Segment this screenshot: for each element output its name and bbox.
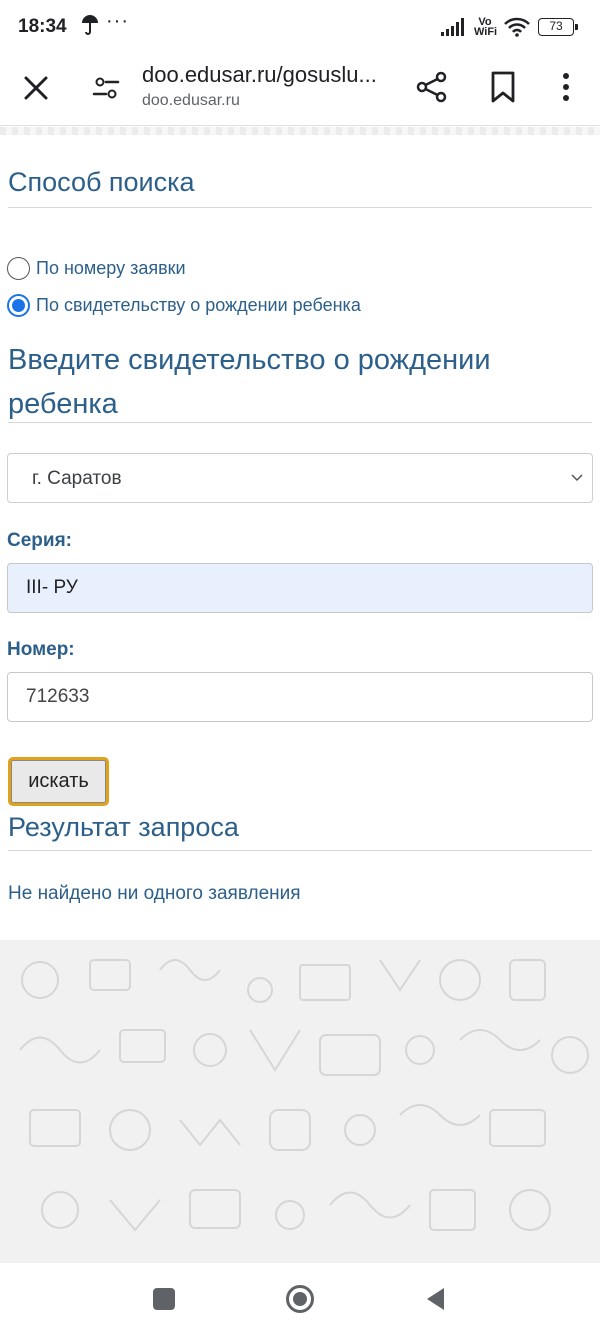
- status-time: 18:34: [18, 16, 67, 37]
- certificate-title-line1: Введите свидетельство о рождении: [8, 344, 491, 376]
- divider: [8, 207, 592, 208]
- share-icon[interactable]: [415, 70, 449, 104]
- home-icon[interactable]: [285, 1284, 315, 1314]
- tune-icon[interactable]: [90, 72, 122, 104]
- address-bar[interactable]: doo.edusar.ru/gosuslu... doo.edusar.ru: [142, 62, 402, 110]
- status-bar: 18:34 ··· Vo WiFi 73: [0, 0, 600, 56]
- battery-icon: 73: [538, 18, 578, 36]
- vowifi-line2: WiFi: [474, 26, 498, 38]
- city-select-value: г. Саратов: [32, 468, 122, 489]
- radio-button-unchecked[interactable]: [7, 257, 30, 280]
- series-input[interactable]: [7, 563, 593, 613]
- signal-icon: [441, 18, 464, 36]
- vowifi-label: Vo WiFi: [474, 17, 498, 38]
- close-icon[interactable]: [20, 72, 52, 104]
- city-select[interactable]: г. Саратов: [7, 453, 593, 503]
- search-method-title: Способ поиска: [8, 167, 195, 197]
- doodle-pattern: [19, 959, 589, 1232]
- back-icon[interactable]: [424, 1286, 446, 1312]
- divider: [8, 850, 592, 851]
- result-message: Не найдено ни одного заявления: [8, 883, 301, 904]
- radio-button-checked[interactable]: [7, 294, 30, 317]
- number-label: Номер:: [7, 639, 75, 660]
- radio-label-certificate: По свидетельству о рождении ребенка: [36, 295, 361, 315]
- more-vert-icon[interactable]: [552, 70, 580, 104]
- background-pattern: [0, 940, 600, 1263]
- decorative-strip: [0, 127, 600, 135]
- divider: [8, 422, 592, 423]
- certificate-title-line2: ребенка: [8, 388, 118, 420]
- browser-toolbar: doo.edusar.ru/gosuslu... doo.edusar.ru: [0, 56, 600, 126]
- wifi-icon: [504, 17, 530, 37]
- number-input[interactable]: [7, 672, 593, 722]
- system-nav-bar: [0, 1263, 600, 1333]
- status-icons: Vo WiFi 73: [440, 14, 578, 40]
- search-button[interactable]: искать: [8, 757, 109, 806]
- result-title: Результат запроса: [8, 812, 239, 842]
- umbrella-icon: [82, 15, 98, 35]
- certificate-title: Введите свидетельство о рождении ребенка: [8, 338, 491, 426]
- recent-apps-icon[interactable]: [153, 1288, 175, 1310]
- bookmark-icon[interactable]: [488, 70, 518, 104]
- main-content: Способ поиска По номеру заявки По свидет…: [0, 135, 600, 940]
- chevron-down-icon: [571, 474, 583, 482]
- notification-dots: ···: [106, 10, 129, 32]
- domain-text: doo.edusar.ru: [142, 92, 240, 109]
- url-text[interactable]: doo.edusar.ru/gosuslu...: [142, 62, 402, 88]
- series-label: Серия:: [7, 530, 72, 551]
- radio-by-certificate[interactable]: По свидетельству о рождении ребенка: [7, 294, 361, 317]
- radio-by-application[interactable]: По номеру заявки: [7, 257, 186, 280]
- radio-label-application: По номеру заявки: [36, 258, 186, 278]
